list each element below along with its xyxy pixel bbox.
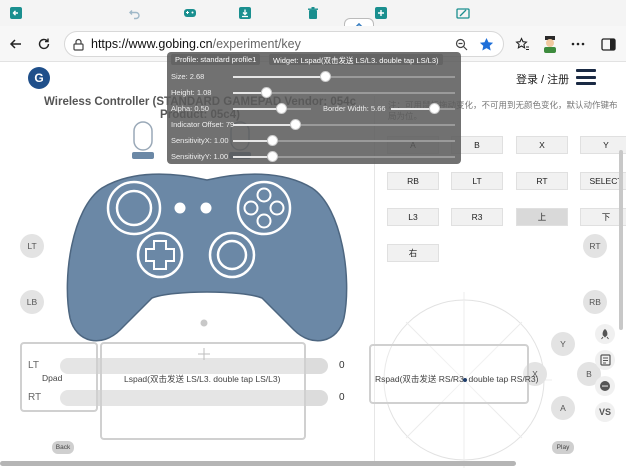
vertical-scrollbar[interactable] — [619, 150, 623, 330]
vs-label: VS — [598, 407, 611, 417]
tool-note-button[interactable] — [595, 350, 615, 370]
horizontal-scrollbar[interactable] — [0, 461, 516, 466]
indicator-offset-fill — [233, 124, 291, 126]
tool-chat-button[interactable] — [595, 376, 615, 396]
more-menu-button[interactable] — [568, 34, 588, 54]
play-button-small[interactable]: Play — [552, 441, 574, 454]
back-button-small[interactable]: Back — [52, 441, 74, 454]
url-text: https://www.gobing.cn/experiment/key — [91, 37, 301, 51]
rocket-icon — [601, 329, 609, 340]
favorites-button[interactable] — [512, 34, 532, 54]
url-path: /experiment/key — [212, 37, 301, 51]
panel-header: Profile: standard profile1 Widget: Lspad… — [167, 52, 461, 66]
rspad-zone-label: Rspad(双击发送 RS/R3. double tap RS/R3) — [375, 374, 539, 384]
alpha-fill — [233, 108, 277, 110]
arrow-left-icon — [9, 39, 21, 49]
trash-icon[interactable] — [305, 5, 321, 21]
sidebar-toggle-button[interactable] — [598, 34, 618, 54]
url-host: https://www.gobing.cn — [91, 37, 213, 51]
rspad-zone[interactable]: Rspad(双击发送 RS/R3. double tap RS/R3) — [369, 344, 538, 404]
sensitivity-x-slider-thumb[interactable] — [267, 135, 278, 146]
sensitivity-y-fill — [233, 156, 267, 158]
dpad-zone-label: Dpad — [42, 373, 63, 383]
sensitivity-y-label: SensitivityY: 1.00 — [171, 152, 229, 161]
favorites-list-icon — [514, 36, 529, 50]
key-r3[interactable]: R3 — [451, 208, 503, 226]
note-icon — [599, 354, 611, 366]
border-width-fill — [391, 108, 431, 110]
rt-round-button[interactable]: RT — [583, 234, 607, 258]
undo-icon[interactable] — [127, 5, 143, 21]
edit-icon[interactable] — [455, 5, 471, 21]
alpha-slider-thumb[interactable] — [276, 103, 287, 114]
border-width-slider-thumb[interactable] — [429, 103, 440, 114]
lock-icon — [73, 38, 84, 51]
lspad-zone[interactable]: Lspad(双击发送 LS/L3. double tap LS/L3) — [100, 342, 306, 440]
refresh-button[interactable] — [34, 34, 54, 54]
zoom-icon[interactable] — [455, 38, 468, 51]
login-link[interactable]: 登录 / 注册 — [516, 71, 569, 87]
border-width-label: Border Width: 5.66 — [323, 104, 386, 113]
size-slider-thumb[interactable] — [320, 71, 331, 82]
back-arrow-icon[interactable] — [8, 5, 24, 21]
back-button[interactable] — [6, 34, 26, 54]
crosshair-icon — [198, 348, 210, 360]
gamepad-graphic — [66, 173, 348, 342]
rspad-indicator-dot — [463, 378, 467, 382]
indicator-offset-label: Indicator Offset: 79 — [171, 120, 235, 129]
top-toolbar — [0, 0, 626, 32]
profile-tag[interactable]: Profile: standard profile1 — [171, 54, 261, 65]
refresh-icon — [38, 38, 50, 50]
sidebar-icon — [600, 37, 616, 51]
sensitivity-x-label: SensitivityX: 1.00 — [171, 136, 229, 145]
lspad-zone-label: Lspad(双击发送 LS/L3. double tap LS/L3) — [124, 374, 281, 384]
avatar-icon — [544, 36, 556, 53]
sensitivity-y-slider-thumb[interactable] — [267, 151, 278, 162]
site-logo[interactable]: G — [28, 67, 50, 89]
lt-round-button[interactable]: LT — [20, 234, 44, 258]
key-l3[interactable]: L3 — [387, 208, 439, 226]
rb-round-button[interactable]: RB — [583, 290, 607, 314]
widget-settings-panel: Profile: standard profile1 Widget: Lspad… — [167, 52, 461, 164]
add-icon[interactable] — [373, 5, 389, 21]
size-label: Size: 2.68 — [171, 72, 205, 81]
key-lt[interactable]: LT — [451, 172, 503, 190]
key-rt[interactable]: RT — [516, 172, 568, 190]
logo-letter: G — [34, 71, 44, 85]
chat-icon — [600, 381, 610, 391]
menu-icon[interactable] — [576, 69, 596, 85]
more-dots-icon — [571, 42, 585, 46]
key-x[interactable]: X — [516, 136, 568, 154]
alpha-label: Alpha: 0.50 — [171, 104, 209, 113]
gamepad-icon[interactable] — [182, 5, 198, 21]
favorite-star-icon[interactable] — [479, 37, 494, 52]
select-dot — [174, 202, 186, 214]
height-label: Height: 1.08 — [171, 88, 212, 97]
key-rb[interactable]: RB — [387, 172, 439, 190]
lt-slider-value: 0 — [339, 360, 345, 371]
home-dot — [200, 202, 212, 214]
face-y-button[interactable]: Y — [551, 332, 575, 356]
rt-slider-value: 0 — [339, 392, 345, 403]
indicator-offset-slider-thumb[interactable] — [290, 119, 301, 130]
tool-rocket-button[interactable] — [595, 324, 615, 344]
widget-tag[interactable]: Widget: Lspad(双击发送 LS/L3. double tap LS/… — [269, 54, 443, 65]
height-slider-thumb[interactable] — [261, 87, 272, 98]
key-right[interactable]: 右 — [387, 244, 439, 262]
dpad-zone[interactable]: Dpad — [20, 342, 98, 412]
profile-avatar[interactable] — [540, 34, 560, 54]
face-a-button[interactable]: A — [551, 396, 575, 420]
size-fill — [233, 76, 326, 78]
key-up[interactable]: 上 — [516, 208, 568, 226]
browser-window: https://www.gobing.cn/experiment/key G 登… — [0, 0, 626, 470]
lb-round-button[interactable]: LB — [20, 290, 44, 314]
tool-vs-button[interactable]: VS — [595, 402, 615, 422]
sensitivity-x-fill — [233, 140, 267, 142]
download-icon[interactable] — [237, 5, 253, 21]
